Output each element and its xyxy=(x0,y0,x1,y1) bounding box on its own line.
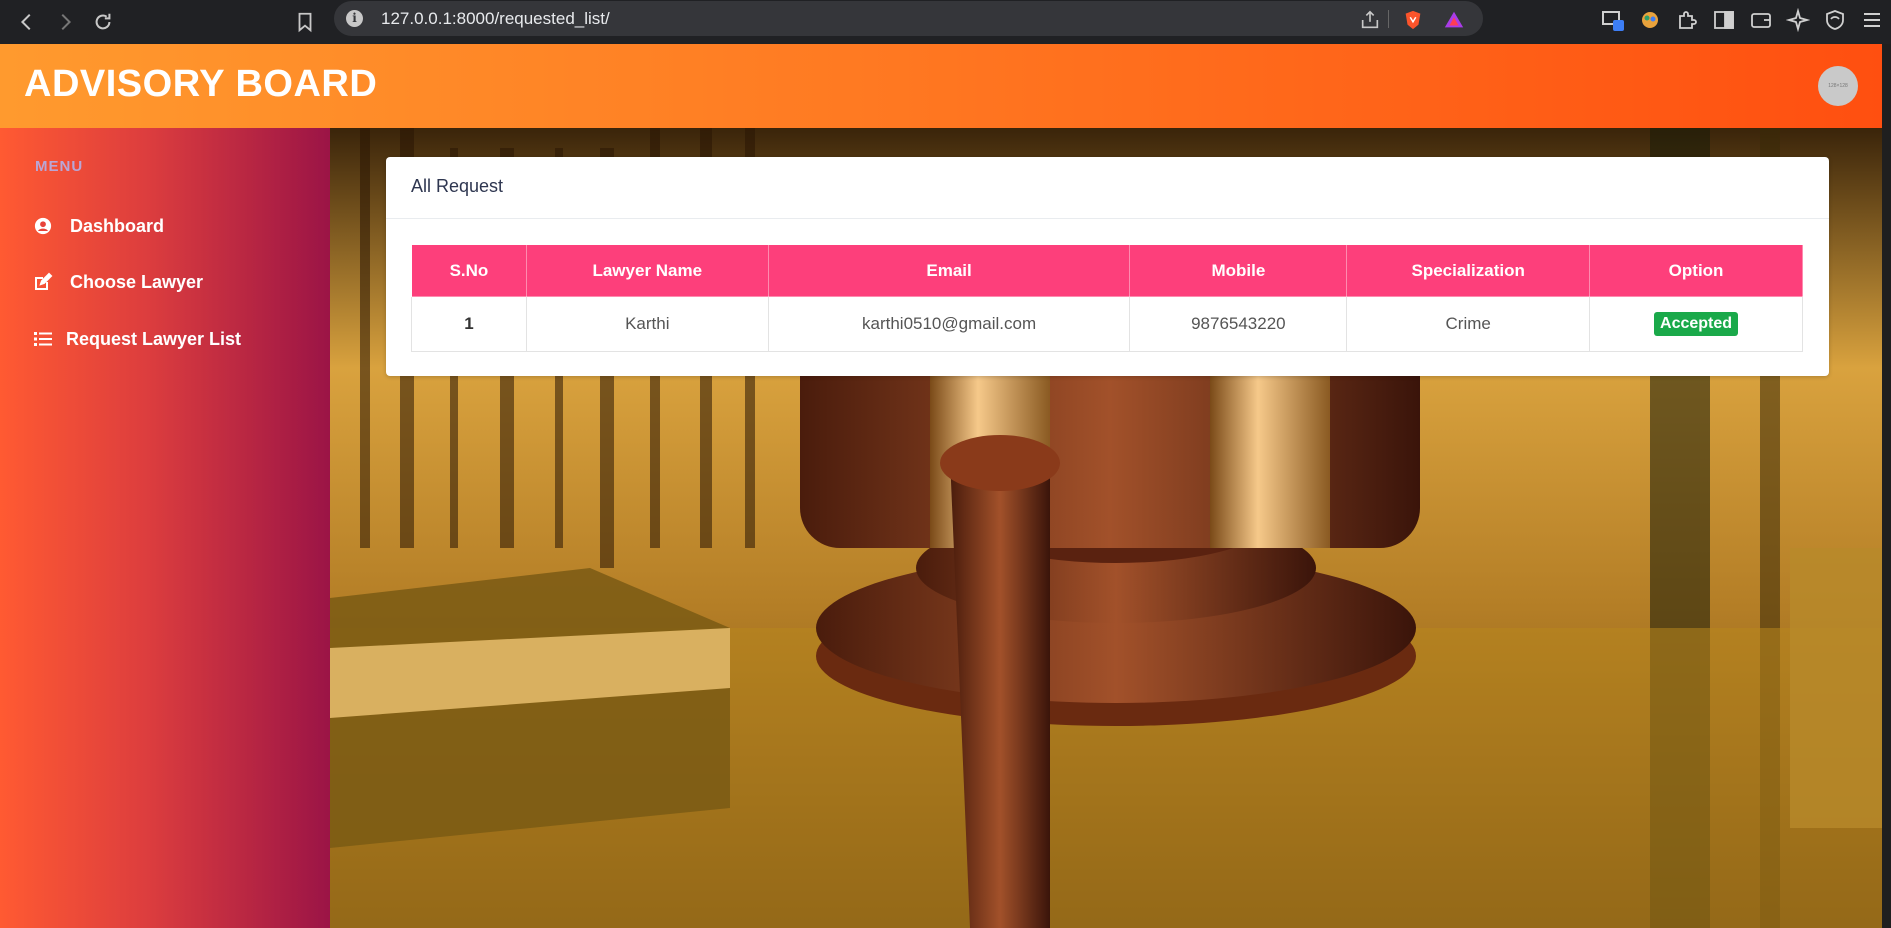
site-info-icon[interactable]: i xyxy=(346,10,363,27)
app-header: ADVISORY BOARD 128×128 xyxy=(0,44,1882,128)
reload-icon[interactable] xyxy=(88,7,118,37)
cell-mobile: 9876543220 xyxy=(1129,296,1348,352)
avatar[interactable]: 128×128 xyxy=(1818,66,1858,106)
bookmark-icon[interactable] xyxy=(290,7,320,37)
cell-sno: 1 xyxy=(411,296,527,352)
table-row: 1 Karthi karthi0510@gmail.com 9876543220… xyxy=(411,296,1803,352)
extension-screen-icon[interactable] xyxy=(1601,8,1625,32)
menu-heading: MENU xyxy=(35,158,84,175)
edit-icon xyxy=(33,272,53,292)
scrollbar[interactable] xyxy=(1882,44,1891,928)
cell-specialization: Crime xyxy=(1346,296,1591,352)
cell-lawyer-name: Karthi xyxy=(525,296,769,352)
column-header-option: Option xyxy=(1589,244,1803,297)
vpn-shield-icon[interactable] xyxy=(1823,8,1847,32)
column-header-mobile: Mobile xyxy=(1129,244,1348,297)
sidebar-item-choose-lawyer[interactable]: Choose Lawyer xyxy=(33,267,203,297)
table-header-row: S.No Lawyer Name Email Mobile Specializa… xyxy=(411,244,1803,297)
list-icon xyxy=(33,329,53,349)
column-header-specialization: Specialization xyxy=(1346,244,1591,297)
address-url[interactable]: 127.0.0.1:8000/requested_list/ xyxy=(381,9,610,29)
extensions-puzzle-icon[interactable] xyxy=(1675,8,1699,32)
leo-ai-icon[interactable] xyxy=(1786,8,1810,32)
column-header-lawyer-name: Lawyer Name xyxy=(525,244,769,297)
requests-card: All Request S.No Lawyer Name Email Mobil… xyxy=(386,157,1829,376)
share-icon[interactable] xyxy=(1359,9,1381,31)
cell-email: karthi0510@gmail.com xyxy=(767,296,1131,352)
sidebar-item-label: Request Lawyer List xyxy=(66,328,242,349)
brand-title[interactable]: ADVISORY BOARD xyxy=(24,63,377,106)
user-circle-icon xyxy=(33,216,53,236)
column-header-sno: S.No xyxy=(411,244,527,297)
sidebar-item-label: Dashboard xyxy=(70,215,165,236)
brave-rewards-icon[interactable] xyxy=(1443,9,1465,31)
omnibox-divider xyxy=(1388,10,1389,28)
browser-toolbar: i 127.0.0.1:8000/requested_list/ xyxy=(0,0,1891,44)
wallet-icon[interactable] xyxy=(1749,8,1773,32)
sidebar: MENU Dashboard Choose Lawyer Request Law… xyxy=(0,128,330,928)
column-header-email: Email xyxy=(767,244,1131,297)
forward-icon[interactable] xyxy=(50,7,80,37)
address-bar[interactable]: i 127.0.0.1:8000/requested_list/ xyxy=(334,1,1483,36)
extension-palette-icon[interactable] xyxy=(1638,8,1662,32)
sidebar-item-request-lawyer-list[interactable]: Request Lawyer List xyxy=(33,324,241,354)
cell-option: Accepted xyxy=(1589,296,1803,352)
sidebar-item-dashboard[interactable]: Dashboard xyxy=(33,211,164,241)
card-title: All Request xyxy=(411,176,504,196)
menu-hamburger-icon[interactable] xyxy=(1860,8,1884,32)
brave-shield-icon[interactable] xyxy=(1402,9,1424,31)
sidebar-toggle-icon[interactable] xyxy=(1712,8,1736,32)
back-icon[interactable] xyxy=(12,7,42,37)
card-divider xyxy=(386,218,1829,219)
requests-table: S.No Lawyer Name Email Mobile Specializa… xyxy=(411,244,1803,352)
status-badge: Accepted xyxy=(1654,312,1739,336)
sidebar-item-label: Choose Lawyer xyxy=(70,271,204,292)
